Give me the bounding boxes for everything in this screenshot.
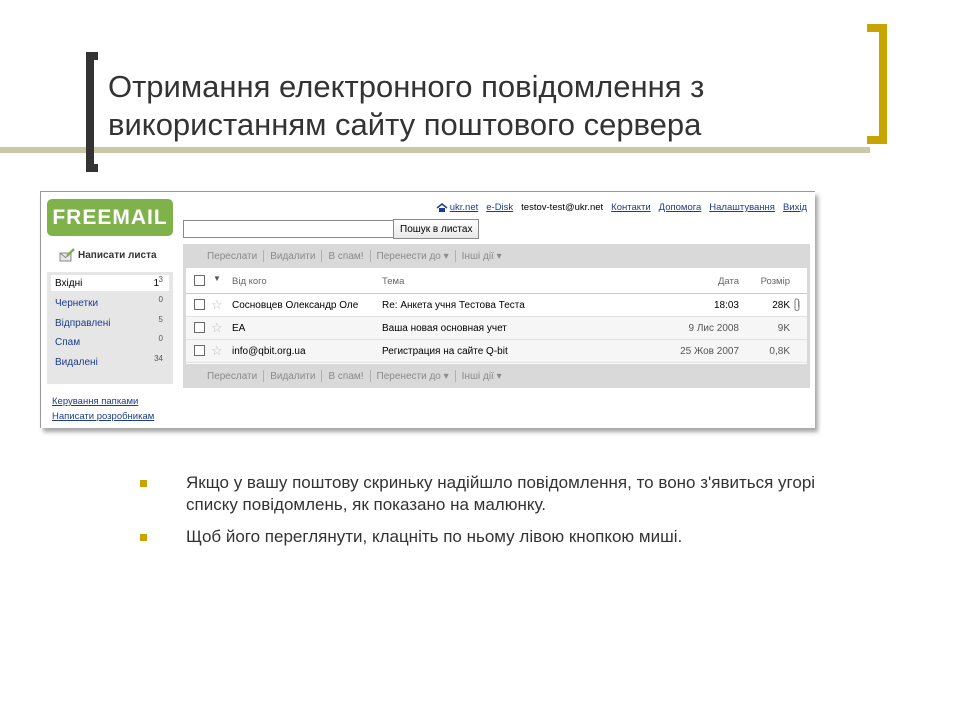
message-size: 0,8K — [769, 346, 790, 357]
delete-button[interactable]: Видалити — [264, 251, 321, 262]
sidebar-links: Керування папками Написати розробникам — [52, 394, 154, 424]
message-count: 3 — [158, 275, 163, 284]
slide-title: Отримання електронного повідомлення з ви… — [108, 69, 705, 142]
table-row[interactable]: ☆ info@qbit.org.ua Регистрация на сайте … — [186, 340, 807, 363]
folder-name: Спам — [55, 337, 81, 348]
write-developers-link[interactable]: Написати розробникам — [52, 409, 154, 424]
exit-link[interactable]: Вихід — [783, 202, 807, 213]
chevron-down-icon: ▾ — [443, 370, 449, 382]
spam-button[interactable]: В спам! — [322, 251, 369, 262]
search-button[interactable]: Пошук в листах — [393, 219, 480, 239]
toolbar-bottom: Переслати Видалити В спам! Перенести до … — [183, 364, 810, 388]
move-label: Перенести до — [376, 250, 441, 262]
star-icon[interactable]: ☆ — [211, 320, 223, 336]
folder-trash[interactable]: Видалені 34 — [51, 354, 169, 370]
left-bracket-decoration — [86, 52, 98, 172]
message-subject[interactable]: Re: Анкета учня Тестова Теста — [382, 300, 642, 311]
other-actions-label: Інші дії — [461, 250, 494, 262]
row-checkbox[interactable] — [194, 345, 205, 356]
message-count: 0 — [158, 334, 163, 343]
other-actions-label: Інші дії — [461, 370, 494, 382]
message-count: 0 — [158, 295, 163, 304]
star-icon[interactable]: ☆ — [211, 343, 223, 359]
column-header-size[interactable]: Розмір — [742, 276, 790, 287]
folder-name: Видалені — [55, 357, 98, 368]
move-dropdown[interactable]: Перенести до ▾ — [371, 251, 455, 262]
ukrnet-link[interactable]: ukr.net — [436, 202, 479, 213]
compose-label: Написати листа — [78, 249, 157, 261]
folder-drafts[interactable]: Чернетки 0 — [51, 295, 169, 311]
message-date: 25 Жов 2007 — [680, 346, 739, 357]
select-all-checkbox[interactable] — [194, 275, 205, 286]
folder-spam[interactable]: Спам 0 — [51, 334, 169, 350]
spam-button[interactable]: В спам! — [322, 371, 369, 382]
right-bracket-decoration — [867, 24, 887, 144]
chevron-down-icon: ▾ — [496, 370, 502, 382]
chevron-down-icon: ▾ — [443, 250, 449, 262]
home-icon — [436, 203, 448, 212]
message-from[interactable]: EA — [232, 323, 368, 334]
toolbar-top: Переслати Видалити В спам! Перенести до … — [183, 244, 810, 268]
message-subject[interactable]: Ваша новая основная учет — [382, 323, 642, 334]
manage-folders-link[interactable]: Керування папками — [52, 394, 154, 409]
bullet-marker — [140, 534, 147, 541]
settings-link[interactable]: Налаштування — [709, 202, 775, 213]
webmail-screenshot: FREEMAIL ukr.net e-Disk testov-test@ukr.… — [40, 191, 815, 428]
folder-name: Чернетки — [55, 298, 99, 309]
message-from[interactable]: Сосновцев Олександр Оле — [232, 300, 368, 311]
table-row[interactable]: ☆ EA Ваша новая основная учет 9 Лис 2008… — [186, 317, 807, 340]
contacts-link[interactable]: Контакти — [611, 202, 651, 213]
freemail-logo[interactable]: FREEMAIL — [47, 199, 173, 236]
message-date: 18:03 — [713, 300, 739, 311]
message-table: ▼ Від кого Тема Дата Розмір ☆ Сосновцев … — [186, 268, 807, 364]
top-navigation: ukr.net e-Disk testov-test@ukr.net Конта… — [436, 202, 807, 213]
bullet-text: Щоб його переглянути, клацніть по ньому … — [186, 527, 683, 546]
bullet-text: Якщо у вашу поштову скриньку надійшло по… — [186, 473, 816, 514]
folder-inbox[interactable]: Вхідні 1 3 — [51, 275, 169, 291]
compose-button[interactable]: Написати листа — [59, 248, 157, 262]
row-checkbox[interactable] — [194, 322, 205, 333]
bullet-marker — [140, 480, 147, 487]
row-checkbox[interactable] — [194, 299, 205, 310]
table-row[interactable]: ☆ Сосновцев Олександр Оле Re: Анкета учн… — [186, 294, 807, 317]
other-actions-dropdown[interactable]: Інші дії ▾ — [456, 251, 508, 262]
bullet-list: Якщо у вашу поштову скриньку надійшло по… — [140, 472, 860, 558]
user-email: testov-test@ukr.net — [521, 202, 604, 213]
move-dropdown[interactable]: Перенести до ▾ — [371, 371, 455, 382]
forward-button[interactable]: Переслати — [201, 251, 263, 262]
ukrnet-link-text[interactable]: ukr.net — [450, 202, 479, 213]
sort-arrow-icon[interactable]: ▼ — [213, 274, 221, 283]
chevron-down-icon: ▾ — [496, 250, 502, 262]
star-icon[interactable]: ☆ — [211, 297, 223, 313]
message-panel: Переслати Видалити В спам! Перенести до … — [183, 244, 810, 388]
decorative-line — [0, 147, 870, 153]
edisk-link[interactable]: e-Disk — [486, 202, 513, 213]
folder-sent[interactable]: Відправлені 5 — [51, 315, 169, 331]
column-header-from[interactable]: Від кого — [232, 276, 368, 287]
table-header: ▼ Від кого Тема Дата Розмір — [186, 268, 807, 294]
column-header-subject[interactable]: Тема — [382, 276, 642, 287]
message-subject[interactable]: Регистрация на сайте Q-bit — [382, 346, 642, 357]
folder-list: Вхідні 1 3 Чернетки 0 Відправлені 5 Спам… — [47, 272, 173, 384]
message-count: 5 — [158, 315, 163, 324]
message-date: 9 Лис 2008 — [688, 323, 739, 334]
folder-name: Вхідні — [55, 278, 83, 289]
folder-name: Відправлені — [55, 318, 111, 329]
message-size: 28K — [772, 300, 790, 311]
pencil-envelope-icon — [59, 248, 75, 262]
bullet-item: Якщо у вашу поштову скриньку надійшло по… — [140, 472, 860, 516]
delete-button[interactable]: Видалити — [264, 371, 321, 382]
message-from[interactable]: info@qbit.org.ua — [232, 346, 368, 357]
move-label: Перенести до — [376, 370, 441, 382]
column-header-date[interactable]: Дата — [642, 276, 739, 287]
help-link[interactable]: Допомога — [659, 202, 702, 213]
other-actions-dropdown[interactable]: Інші дії ▾ — [456, 371, 508, 382]
message-count: 34 — [154, 354, 163, 363]
search-input[interactable] — [183, 220, 395, 238]
message-size: 9K — [777, 323, 790, 334]
forward-button[interactable]: Переслати — [201, 371, 263, 382]
bullet-item: Щоб його переглянути, клацніть по ньому … — [140, 526, 860, 548]
paperclip-icon — [793, 298, 802, 315]
